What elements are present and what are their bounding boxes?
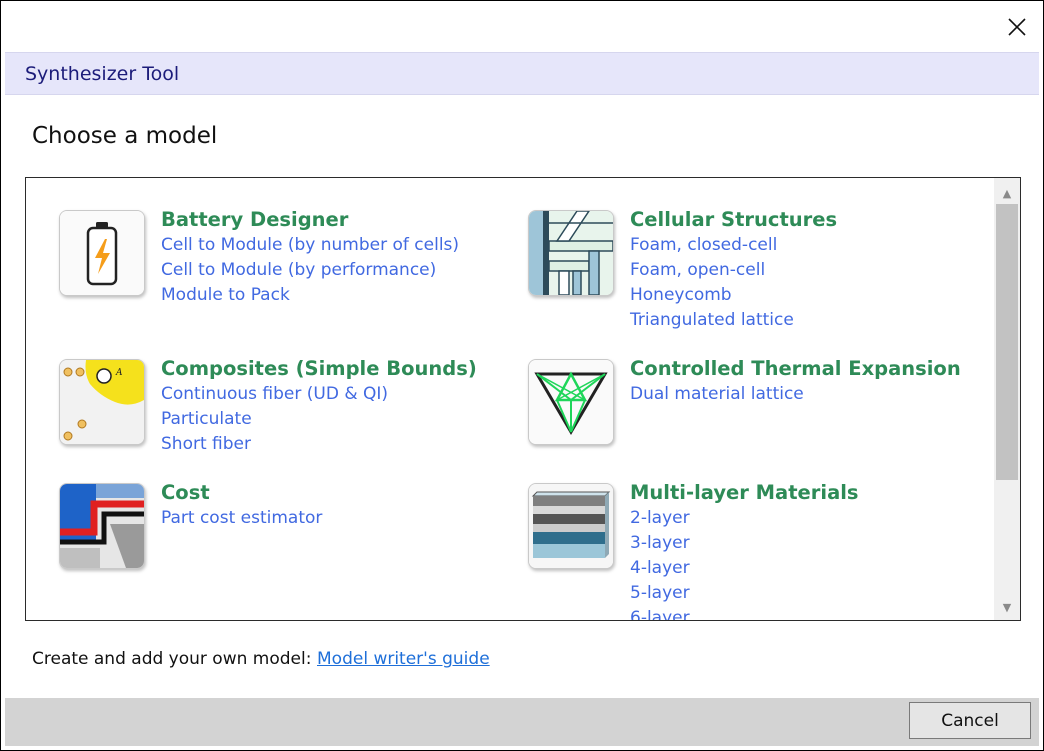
model-link-2-layer[interactable]: 2-layer bbox=[630, 506, 990, 531]
scroll-up-icon[interactable]: ▲ bbox=[994, 182, 1020, 204]
model-link-foam-open-cell[interactable]: Foam, open-cell bbox=[630, 258, 990, 283]
scroll-thumb[interactable] bbox=[996, 204, 1018, 480]
model-link-short-fiber[interactable]: Short fiber bbox=[161, 432, 521, 457]
model-link-dual-material-lattice[interactable]: Dual material lattice bbox=[630, 382, 990, 407]
lattice-icon[interactable] bbox=[528, 359, 614, 445]
model-title-cellular-structures[interactable]: Cellular Structures bbox=[630, 206, 990, 233]
vertical-scrollbar[interactable]: ▲ ▼ bbox=[994, 178, 1020, 620]
model-list-panel[interactable]: Battery Designer Cell to Module (by numb… bbox=[25, 177, 1021, 621]
close-icon[interactable] bbox=[1008, 18, 1026, 36]
multilayer-icon[interactable] bbox=[528, 483, 614, 569]
model-title-composites[interactable]: Composites (Simple Bounds) bbox=[161, 355, 521, 382]
svg-text:A: A bbox=[115, 368, 123, 378]
cost-icon[interactable] bbox=[59, 483, 145, 569]
model-link-cell-to-module-performance[interactable]: Cell to Module (by performance) bbox=[161, 258, 521, 283]
model-title-battery-designer[interactable]: Battery Designer bbox=[161, 206, 521, 233]
synthesizer-dialog: Synthesizer Tool Choose a model Battery … bbox=[0, 0, 1044, 751]
model-link-3-layer[interactable]: 3-layer bbox=[630, 531, 990, 556]
model-title-controlled-thermal-expansion[interactable]: Controlled Thermal Expansion bbox=[630, 355, 990, 382]
title-bar: Synthesizer Tool bbox=[5, 52, 1039, 95]
close-button[interactable] bbox=[997, 9, 1037, 45]
model-link-honeycomb[interactable]: Honeycomb bbox=[630, 283, 990, 308]
model-link-particulate[interactable]: Particulate bbox=[161, 407, 521, 432]
model-link-module-to-pack[interactable]: Module to Pack bbox=[161, 283, 521, 308]
battery-icon[interactable] bbox=[59, 210, 145, 296]
model-link-6-layer[interactable]: 6-layer bbox=[630, 606, 990, 620]
button-bar: Cancel bbox=[5, 698, 1039, 746]
cellular-structure-icon[interactable] bbox=[528, 210, 614, 296]
model-link-foam-closed-cell[interactable]: Foam, closed-cell bbox=[630, 233, 990, 258]
model-link-part-cost-estimator[interactable]: Part cost estimator bbox=[161, 506, 521, 531]
model-title-cost[interactable]: Cost bbox=[161, 479, 521, 506]
model-link-triangulated-lattice[interactable]: Triangulated lattice bbox=[630, 308, 990, 333]
scroll-down-icon[interactable]: ▼ bbox=[994, 596, 1020, 618]
model-title-multilayer-materials[interactable]: Multi-layer Materials bbox=[630, 479, 990, 506]
composites-icon[interactable]: A bbox=[59, 359, 145, 445]
window-title: Synthesizer Tool bbox=[25, 63, 180, 85]
footer-text: Create and add your own model: bbox=[32, 649, 312, 669]
model-link-4-layer[interactable]: 4-layer bbox=[630, 556, 990, 581]
model-writers-guide-link[interactable]: Model writer's guide bbox=[317, 649, 490, 669]
cancel-button[interactable]: Cancel bbox=[909, 702, 1031, 739]
model-link-continuous-fiber[interactable]: Continuous fiber (UD & QI) bbox=[161, 382, 521, 407]
model-link-5-layer[interactable]: 5-layer bbox=[630, 581, 990, 606]
model-link-cell-to-module-number[interactable]: Cell to Module (by number of cells) bbox=[161, 233, 521, 258]
page-heading: Choose a model bbox=[32, 123, 218, 149]
